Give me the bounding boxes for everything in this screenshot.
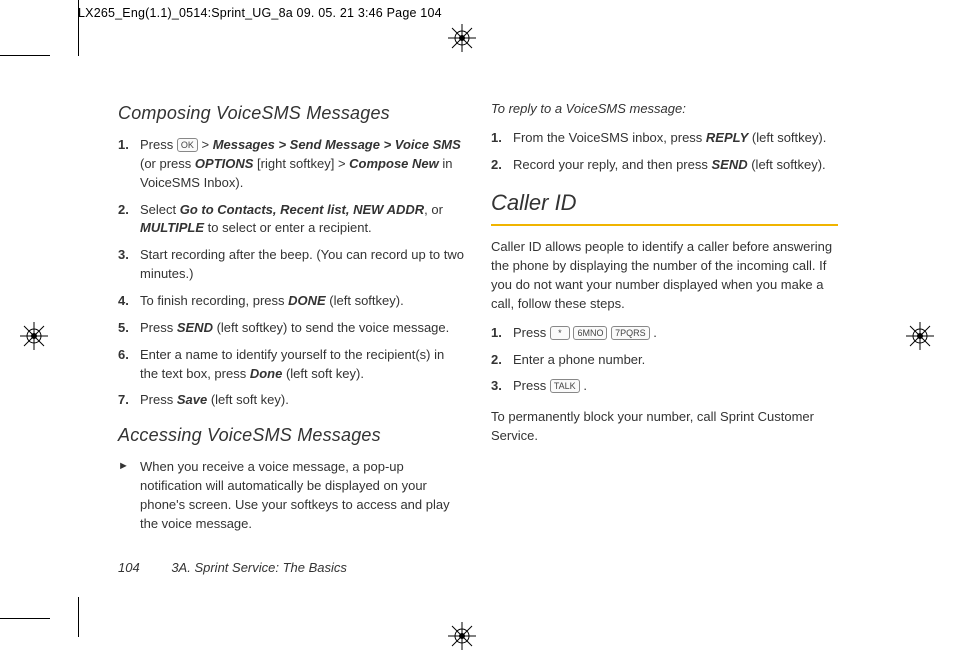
list-item: Press SEND (left softkey) to send the vo… <box>118 319 465 338</box>
key-talk-icon: TALK <box>550 379 580 393</box>
text: , or <box>424 202 443 217</box>
list-item: To finish recording, press DONE (left so… <box>118 292 465 311</box>
list-item: Record your reply, and then press SEND (… <box>491 156 838 175</box>
text: Press <box>140 392 177 407</box>
reply-intro: To reply to a VoiceSMS message: <box>491 100 838 119</box>
text: Press <box>513 378 550 393</box>
list-item: Press TALK . <box>491 377 838 396</box>
text: (left softkey) to send the voice message… <box>213 320 449 335</box>
text: . <box>653 325 657 340</box>
section-title: 3A. Sprint Service: The Basics <box>171 560 347 575</box>
emph: SEND <box>711 157 747 172</box>
text: From the VoiceSMS inbox, press <box>513 130 706 145</box>
heading-accessing: Accessing VoiceSMS Messages <box>118 422 465 448</box>
text: (left softkey). <box>326 293 404 308</box>
list-item: When you receive a voice message, a pop-… <box>118 458 465 533</box>
text: (left softkey). <box>748 130 826 145</box>
ok-key-icon: OK <box>177 138 198 152</box>
key-star-icon: * <box>550 326 570 340</box>
registration-mark-bottom <box>448 622 476 650</box>
list-item: Press * 6MNO 7PQRS . <box>491 324 838 343</box>
right-column: To reply to a VoiceSMS message: From the… <box>491 100 838 534</box>
compose-steps: Press OK > Messages > Send Message > Voi… <box>118 136 465 410</box>
text: (left soft key). <box>207 392 289 407</box>
reply-steps: From the VoiceSMS inbox, press REPLY (le… <box>491 129 838 175</box>
text: (left softkey). <box>748 157 826 172</box>
callerid-paragraph-2: To permanently block your number, call S… <box>491 408 838 446</box>
text: When you receive a voice message, a pop-… <box>140 459 450 531</box>
text: Press <box>140 320 177 335</box>
text: Record your reply, and then press <box>513 157 711 172</box>
yellow-rule <box>491 224 838 226</box>
emph: Compose New <box>349 156 439 171</box>
list-item: From the VoiceSMS inbox, press REPLY (le… <box>491 129 838 148</box>
list-item: Enter a name to identify yourself to the… <box>118 346 465 384</box>
registration-mark-top <box>448 24 476 52</box>
list-item: Press OK > Messages > Send Message > Voi… <box>118 136 465 193</box>
page-footer: 104 3A. Sprint Service: The Basics <box>118 560 347 575</box>
heading-callerid: Caller ID <box>491 187 838 219</box>
crop-mark <box>0 618 50 619</box>
text: [right softkey] > <box>253 156 349 171</box>
text: to select or enter a recipient. <box>204 220 372 235</box>
list-item: Select Go to Contacts, Recent list, NEW … <box>118 201 465 239</box>
text: Enter a phone number. <box>513 352 645 367</box>
left-column: Composing VoiceSMS Messages Press OK > M… <box>118 100 465 534</box>
crop-mark <box>0 55 50 56</box>
list-item: Enter a phone number. <box>491 351 838 370</box>
registration-mark-right <box>906 322 934 350</box>
emph: OPTIONS <box>195 156 254 171</box>
emph: SEND <box>177 320 213 335</box>
crop-vline-bottom <box>78 597 79 637</box>
emph: Messages > Send Message > Voice SMS <box>213 137 461 152</box>
heading-composing: Composing VoiceSMS Messages <box>118 100 465 126</box>
access-list: When you receive a voice message, a pop-… <box>118 458 465 533</box>
emph: MULTIPLE <box>140 220 204 235</box>
emph: Go to Contacts, Recent list, NEW ADDR <box>180 202 424 217</box>
callerid-steps: Press * 6MNO 7PQRS . Enter a phone numbe… <box>491 324 838 397</box>
text: Start recording after the beep. (You can… <box>140 247 464 281</box>
text: > <box>198 137 213 152</box>
emph: Save <box>177 392 207 407</box>
key-6-icon: 6MNO <box>573 326 607 340</box>
page-number: 104 <box>118 560 140 575</box>
text: (or press <box>140 156 195 171</box>
emph: DONE <box>288 293 326 308</box>
list-item: Press Save (left soft key). <box>118 391 465 410</box>
key-7-icon: 7PQRS <box>611 326 650 340</box>
text: To finish recording, press <box>140 293 288 308</box>
registration-mark-left <box>20 322 48 350</box>
text: (left soft key). <box>282 366 364 381</box>
text: Select <box>140 202 180 217</box>
running-header: LX265_Eng(1.1)_0514:Sprint_UG_8a 09. 05.… <box>78 6 442 20</box>
page: LX265_Eng(1.1)_0514:Sprint_UG_8a 09. 05.… <box>0 0 954 671</box>
emph: REPLY <box>706 130 748 145</box>
text: Press <box>140 137 177 152</box>
text: Press <box>513 325 550 340</box>
list-item: Start recording after the beep. (You can… <box>118 246 465 284</box>
callerid-paragraph: Caller ID allows people to identify a ca… <box>491 238 838 313</box>
emph: Done <box>250 366 283 381</box>
content-area: Composing VoiceSMS Messages Press OK > M… <box>118 100 838 534</box>
text: . <box>583 378 587 393</box>
